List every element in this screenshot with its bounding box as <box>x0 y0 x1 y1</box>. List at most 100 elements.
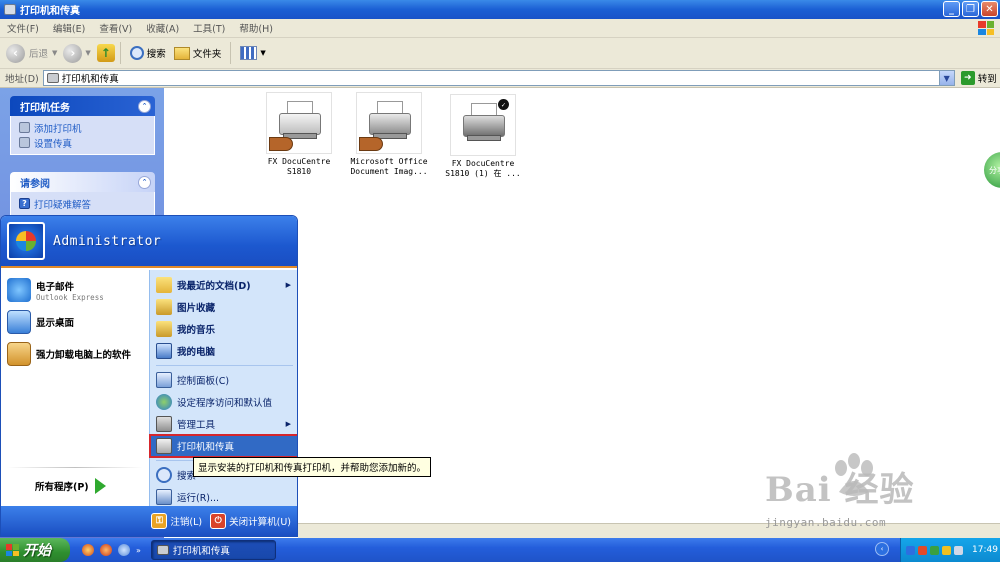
windows-logo-icon <box>6 544 19 556</box>
start-item-run[interactable]: 运行(R)... <box>150 486 297 508</box>
start-item-my-pictures[interactable]: 图片收藏 <box>150 296 297 318</box>
run-label: 运行(R)... <box>177 493 220 504</box>
start-button[interactable]: 开始 <box>0 538 70 562</box>
start-menu: Administrator 电子邮件 Outlook Express 显示桌面 … <box>0 215 298 537</box>
start-item-admin-tools[interactable]: 管理工具 ▶ <box>150 413 297 435</box>
toolbar: ‹ 后退 ▼ › ▼ ↑ 搜索 文件夹 ▼ <box>0 38 1000 69</box>
address-field[interactable]: 打印机和传真 ▼ <box>42 70 955 86</box>
folders-icon <box>173 46 190 60</box>
start-item-control-panel[interactable]: 控制面板(C) <box>150 369 297 391</box>
see-also-header[interactable]: 请参阅 ⌃ <box>10 172 155 192</box>
tray-app-icon[interactable] <box>930 545 939 555</box>
see-also-body: ? 打印疑难解答 <box>10 192 155 216</box>
restore-button[interactable]: ❐ <box>962 1 979 17</box>
my-music-label: 我的音乐 <box>177 325 216 336</box>
address-dropdown-icon[interactable]: ▼ <box>938 71 954 85</box>
tooltip: 显示安装的打印机和传真打印机，并帮助您添加新的。 <box>193 457 432 477</box>
printer-item[interactable]: ✓ FX DocuCentre S1810 (1) 在 ... <box>438 94 528 179</box>
default-check-icon: ✓ <box>498 99 509 110</box>
security-icon[interactable] <box>918 545 927 555</box>
user-avatar[interactable] <box>7 222 45 260</box>
user-name: Administrator <box>53 233 162 249</box>
printer-item[interactable]: FX DocuCentre S1810 <box>254 92 344 177</box>
computer-icon <box>156 343 172 359</box>
control-panel-label: 控制面板(C) <box>177 376 230 387</box>
add-printer-icon <box>19 122 30 133</box>
start-item-recent-docs[interactable]: 我最近的文档(D) ▶ <box>150 274 297 296</box>
app-icon[interactable] <box>118 544 130 556</box>
setup-fax-link[interactable]: 设置传真 <box>19 135 146 150</box>
troubleshoot-printing-link[interactable]: ? 打印疑难解答 <box>19 196 146 211</box>
back-dropdown-icon[interactable]: ▼ <box>52 49 57 57</box>
browser-icon[interactable] <box>82 544 94 556</box>
taskbar: 开始 » 打印机和传真 <box>0 538 1000 562</box>
setup-fax-label: 设置传真 <box>34 138 73 150</box>
folders-button[interactable]: 文件夹 <box>170 46 226 60</box>
forward-dropdown-icon[interactable]: ▼ <box>85 49 90 57</box>
clock: 17:49 <box>972 545 998 555</box>
power-icon: ⏻ <box>210 513 227 529</box>
collapse-chevron-icon[interactable]: ⌃ <box>138 175 151 189</box>
all-programs-button[interactable]: 所有程序(P) <box>35 478 106 494</box>
views-button[interactable]: ▼ <box>236 46 269 60</box>
search-button[interactable]: 搜索 <box>126 46 170 60</box>
back-arrow-icon[interactable]: ‹ <box>6 43 25 63</box>
start-item-uninstaller[interactable]: 强力卸载电脑上的软件 <box>1 338 149 370</box>
email-label: 电子邮件 <box>36 281 75 293</box>
share-bubble[interactable]: 分享 <box>984 152 1000 188</box>
taskbar-window-label: 打印机和传真 <box>172 546 230 557</box>
address-value: 打印机和传真 <box>61 74 119 85</box>
start-item-show-desktop[interactable]: 显示桌面 <box>1 306 149 338</box>
start-item-my-music[interactable]: 我的音乐 <box>150 318 297 340</box>
printer-name: FX DocuCentre S1810 (1) 在 ... <box>445 159 521 178</box>
shutdown-label: 关闭计算机(U) <box>229 517 291 528</box>
tray-app-icon[interactable] <box>942 545 951 555</box>
all-programs-label: 所有程序(P) <box>35 482 89 493</box>
add-printer-link[interactable]: 添加打印机 <box>19 120 146 135</box>
close-button[interactable]: ✕ <box>981 1 998 17</box>
folder-icon <box>156 277 172 293</box>
address-label: 地址(D) <box>5 74 39 85</box>
printer-tasks-header[interactable]: 打印机任务 ⌃ <box>10 96 155 116</box>
start-menu-left-pane: 电子邮件 Outlook Express 显示桌面 强力卸载电脑上的软件 所有程… <box>1 270 149 508</box>
window-title: 打印机和传真 <box>20 6 80 17</box>
back-button-label[interactable]: 后退 <box>29 46 48 60</box>
printers-faxes-label: 打印机和传真 <box>177 442 235 453</box>
menu-edit[interactable]: 编辑(E) <box>46 21 92 35</box>
toolbar-separator <box>119 42 121 64</box>
logoff-key-icon: ⚿ <box>151 513 168 529</box>
app-icon[interactable] <box>100 544 112 556</box>
menu-help[interactable]: 帮助(H) <box>232 21 280 35</box>
forward-arrow-icon[interactable]: › <box>63 43 83 63</box>
window-titlebar[interactable]: 打印机和传真 _ ❐ ✕ <box>0 0 1000 19</box>
up-folder-button[interactable]: ↑ <box>96 44 115 62</box>
views-icon <box>240 46 258 60</box>
system-tray: 17:49 <box>900 538 1000 562</box>
menu-file[interactable]: 文件(F) <box>0 21 46 35</box>
start-item-email[interactable]: 电子邮件 Outlook Express <box>1 274 149 306</box>
email-label-group: 电子邮件 Outlook Express <box>36 279 104 302</box>
quick-launch-more-icon[interactable]: » <box>136 546 141 555</box>
menu-view[interactable]: 查看(V) <box>92 21 139 35</box>
divider <box>7 467 143 468</box>
taskbar-window-button[interactable]: 打印机和传真 <box>150 540 276 560</box>
volume-icon[interactable] <box>954 545 963 555</box>
start-menu-header: Administrator <box>1 216 297 268</box>
address-bar: 地址(D) 打印机和传真 ▼ ➜ 转到 <box>0 69 1000 88</box>
baidu-watermark-url: jingyan.baidu.com <box>765 516 887 529</box>
start-item-my-computer[interactable]: 我的电脑 <box>150 340 297 362</box>
collapse-chevron-icon[interactable]: ⌃ <box>138 99 151 113</box>
printer-item[interactable]: Microsoft Office Document Imag... <box>344 92 434 177</box>
tray-expand-icon[interactable]: ‹ <box>875 542 889 556</box>
menu-tools[interactable]: 工具(T) <box>186 21 232 35</box>
shutdown-button[interactable]: ⏻ 关闭计算机(U) <box>210 513 291 529</box>
logoff-button[interactable]: ⚿ 注销(L) <box>151 513 202 529</box>
minimize-button[interactable]: _ <box>943 1 960 17</box>
network-icon[interactable] <box>906 545 915 555</box>
menu-favorites[interactable]: 收藏(A) <box>139 21 186 35</box>
control-panel-icon <box>156 372 172 388</box>
go-button[interactable]: ➜ 转到 <box>960 71 997 85</box>
my-computer-label: 我的电脑 <box>177 347 216 358</box>
start-item-printers-faxes[interactable]: 打印机和传真 <box>149 434 297 458</box>
start-item-program-access[interactable]: 设定程序访问和默认值 <box>150 391 297 413</box>
